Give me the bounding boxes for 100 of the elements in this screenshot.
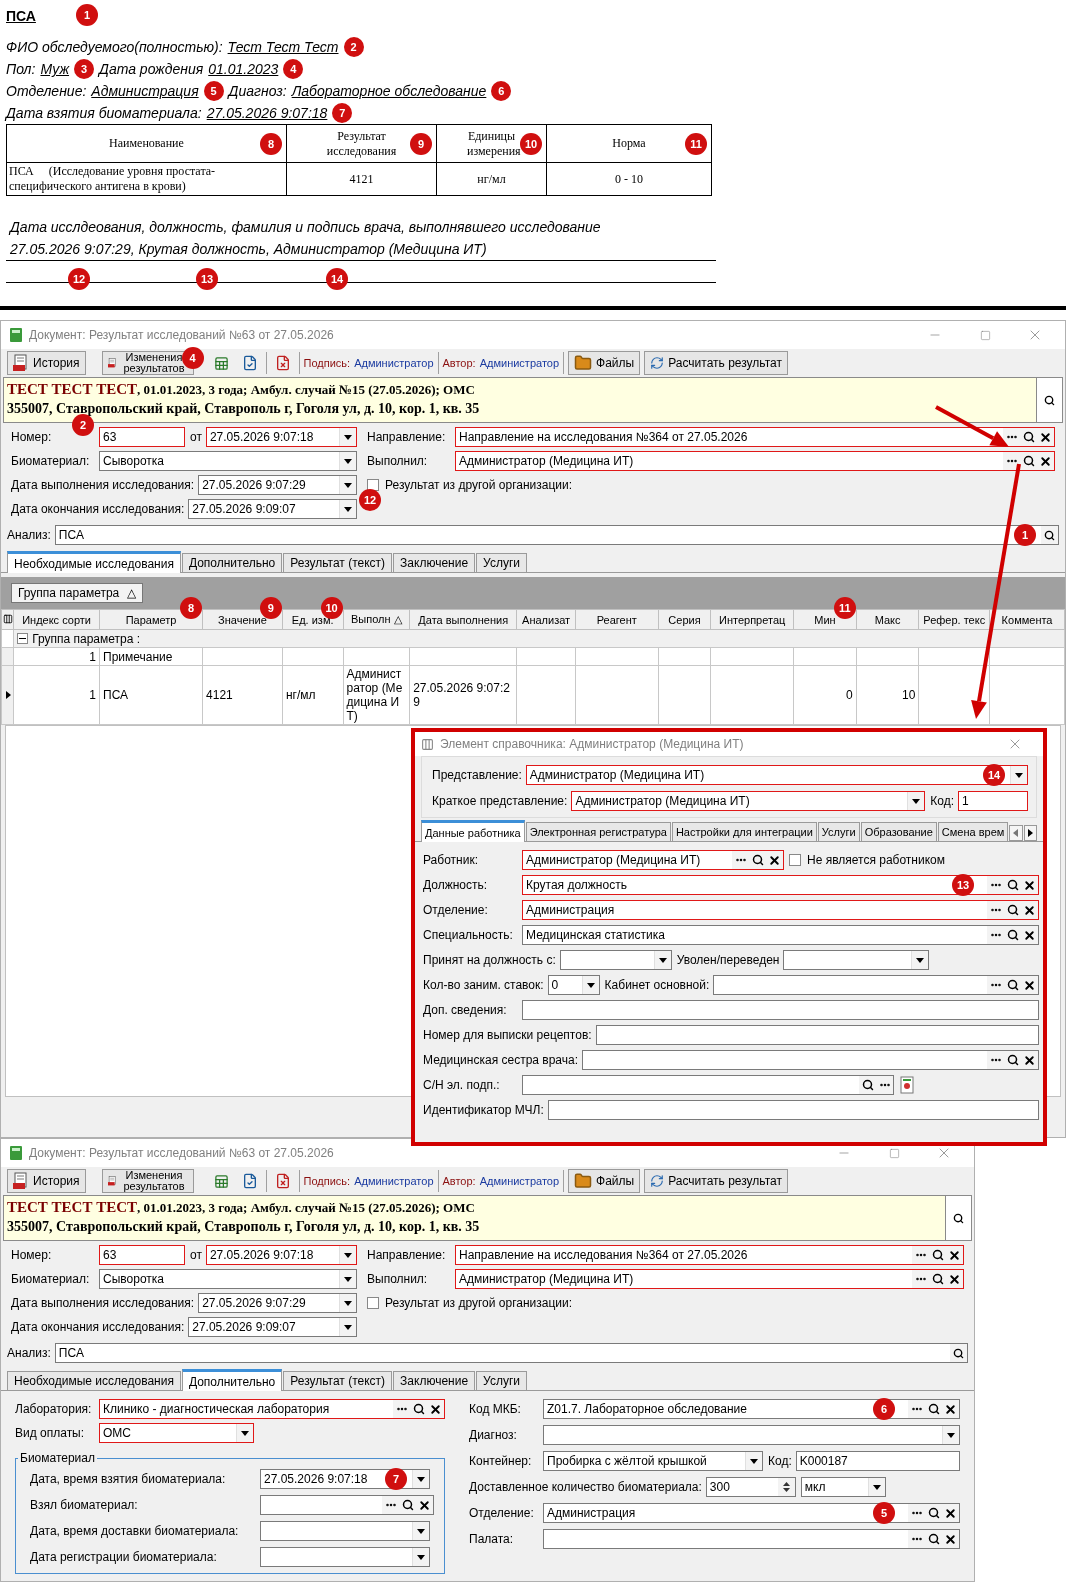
dropdown-button[interactable]: [412, 1470, 429, 1488]
search-button[interactable]: [859, 1076, 876, 1094]
clear-button[interactable]: [1037, 452, 1054, 470]
toolbar-button[interactable]: История: [7, 351, 86, 375]
toolbar-button[interactable]: Расчитать результат: [644, 1169, 788, 1193]
clear-button[interactable]: [942, 1400, 959, 1418]
search-button[interactable]: [950, 1344, 967, 1362]
dropdown-button[interactable]: [339, 452, 356, 470]
dropdown-field[interactable]: Администратор (Медицина ИТ): [571, 791, 926, 811]
lookup-field[interactable]: [713, 975, 1039, 995]
lookup-field[interactable]: [582, 1050, 1039, 1070]
dropdown-button[interactable]: [867, 1478, 885, 1496]
tab[interactable]: Необходимые исследования: [7, 1371, 181, 1390]
group-chip[interactable]: Группа параметра △: [11, 583, 144, 603]
tab[interactable]: Заключение: [393, 553, 476, 572]
text-field[interactable]: 1: [958, 791, 1028, 811]
dropdown-button[interactable]: [911, 951, 929, 969]
dropdown-field[interactable]: Сыворотка: [99, 1269, 357, 1289]
dropdown-button[interactable]: [339, 1294, 356, 1312]
tab[interactable]: Данные работника: [421, 820, 525, 842]
dropdown-button[interactable]: [745, 1452, 762, 1470]
expander-button[interactable]: [17, 633, 29, 645]
row-indicator[interactable]: [1, 665, 14, 725]
dropdown-field[interactable]: 0: [547, 975, 600, 995]
dropdown-field[interactable]: 27.05.2026 9:07:18: [205, 1245, 357, 1265]
more-button[interactable]: [1003, 428, 1020, 446]
lookup-field[interactable]: Клинико - диагностическая лаборатория: [99, 1399, 445, 1419]
dropdown-field[interactable]: ОМС: [99, 1423, 254, 1443]
text-field[interactable]: K000187: [795, 1451, 960, 1471]
clear-button[interactable]: [766, 851, 783, 869]
toolbar-button[interactable]: История: [7, 1169, 86, 1193]
dropdown-field[interactable]: Администратор (Медицина ИТ) 14: [525, 765, 1028, 785]
more-button[interactable]: [876, 1076, 893, 1094]
signature-field[interactable]: [522, 1075, 894, 1095]
clear-button[interactable]: [1021, 926, 1038, 944]
dropdown-field[interactable]: [783, 950, 930, 970]
toolbar-button[interactable]: Расчитать результат: [644, 351, 788, 375]
dropdown-button[interactable]: [339, 500, 356, 518]
tab[interactable]: Необходимые исследования: [7, 551, 181, 573]
more-button[interactable]: [987, 976, 1004, 994]
search-field[interactable]: ПСА: [54, 1343, 968, 1363]
clear-button[interactable]: [1021, 901, 1038, 919]
more-button[interactable]: [732, 851, 749, 869]
dropdown-field[interactable]: Сыворотка: [99, 451, 357, 471]
search-button[interactable]: [1036, 378, 1062, 422]
lookup-field[interactable]: Медицинская статистика: [522, 925, 1039, 945]
lookup-field[interactable]: Направление на исследования №364 от 27.05.2026: [455, 427, 1055, 447]
lookup-field[interactable]: [543, 1529, 960, 1549]
dropdown-button[interactable]: [412, 1548, 429, 1566]
dropdown-button[interactable]: [339, 1246, 356, 1264]
checkbox[interactable]: [367, 479, 379, 491]
dropdown-button[interactable]: [339, 1270, 356, 1288]
clear-button[interactable]: [942, 1504, 959, 1522]
tab[interactable]: Заключение: [393, 1371, 476, 1390]
clear-button[interactable]: [946, 1270, 963, 1288]
clear-button[interactable]: [1021, 876, 1038, 894]
more-button[interactable]: [1003, 452, 1020, 470]
spin-button[interactable]: [777, 1478, 795, 1496]
tab[interactable]: Смена врем: [937, 822, 1009, 841]
more-button[interactable]: [987, 901, 1004, 919]
dropdown-button[interactable]: [581, 976, 599, 994]
clear-button[interactable]: [1021, 1051, 1038, 1069]
dropdown-field[interactable]: 27.05.2026 9:07:18: [205, 427, 357, 447]
more-button[interactable]: [912, 1270, 929, 1288]
dropdown-button[interactable]: [236, 1424, 253, 1442]
more-button[interactable]: [382, 1496, 399, 1514]
clear-button[interactable]: [1021, 976, 1038, 994]
more-button[interactable]: [908, 1504, 925, 1522]
lookup-field[interactable]: Администратор (Медицина ИТ): [455, 1269, 964, 1289]
text-field[interactable]: [595, 1025, 1039, 1045]
tab[interactable]: Дополнительно: [181, 553, 283, 572]
tab[interactable]: Результат (текст): [283, 1371, 393, 1390]
dropdown-field[interactable]: [543, 1425, 960, 1445]
scroll-right-button[interactable]: [1023, 825, 1037, 841]
search-button[interactable]: [1020, 452, 1037, 470]
tab[interactable]: Электронная регистратура: [525, 822, 671, 841]
dropdown-field[interactable]: мкл: [800, 1477, 886, 1497]
tab[interactable]: Услуги: [476, 1371, 527, 1390]
clear-button[interactable]: [416, 1496, 433, 1514]
more-button[interactable]: [908, 1400, 925, 1418]
tab[interactable]: Образование: [860, 822, 937, 841]
dropdown-field[interactable]: [559, 950, 672, 970]
scroll-left-button[interactable]: [1009, 825, 1023, 841]
text-field[interactable]: 63: [99, 427, 185, 447]
text-field[interactable]: [522, 1000, 1039, 1020]
clear-button[interactable]: [427, 1400, 444, 1418]
more-button[interactable]: [908, 1530, 925, 1548]
dropdown-button[interactable]: [339, 428, 356, 446]
tab[interactable]: Услуги: [817, 822, 860, 841]
dropdown-field[interactable]: 27.05.2026 9:09:07: [188, 1317, 357, 1337]
dropdown-button[interactable]: [1010, 766, 1027, 784]
lookup-field[interactable]: Z01.7. Лабораторное обследование 6: [543, 1399, 960, 1419]
more-button[interactable]: [912, 1246, 929, 1264]
dropdown-field[interactable]: Пробирка с жёлтой крышкой: [543, 1451, 763, 1471]
dropdown-field[interactable]: [260, 1547, 430, 1567]
clear-button[interactable]: [1037, 428, 1054, 446]
tab[interactable]: Услуги: [476, 553, 527, 572]
more-button[interactable]: [987, 876, 1004, 894]
dropdown-field[interactable]: 27.05.2026 9:07:18 7: [260, 1469, 430, 1489]
search-field[interactable]: ПСА 1: [54, 525, 1059, 545]
